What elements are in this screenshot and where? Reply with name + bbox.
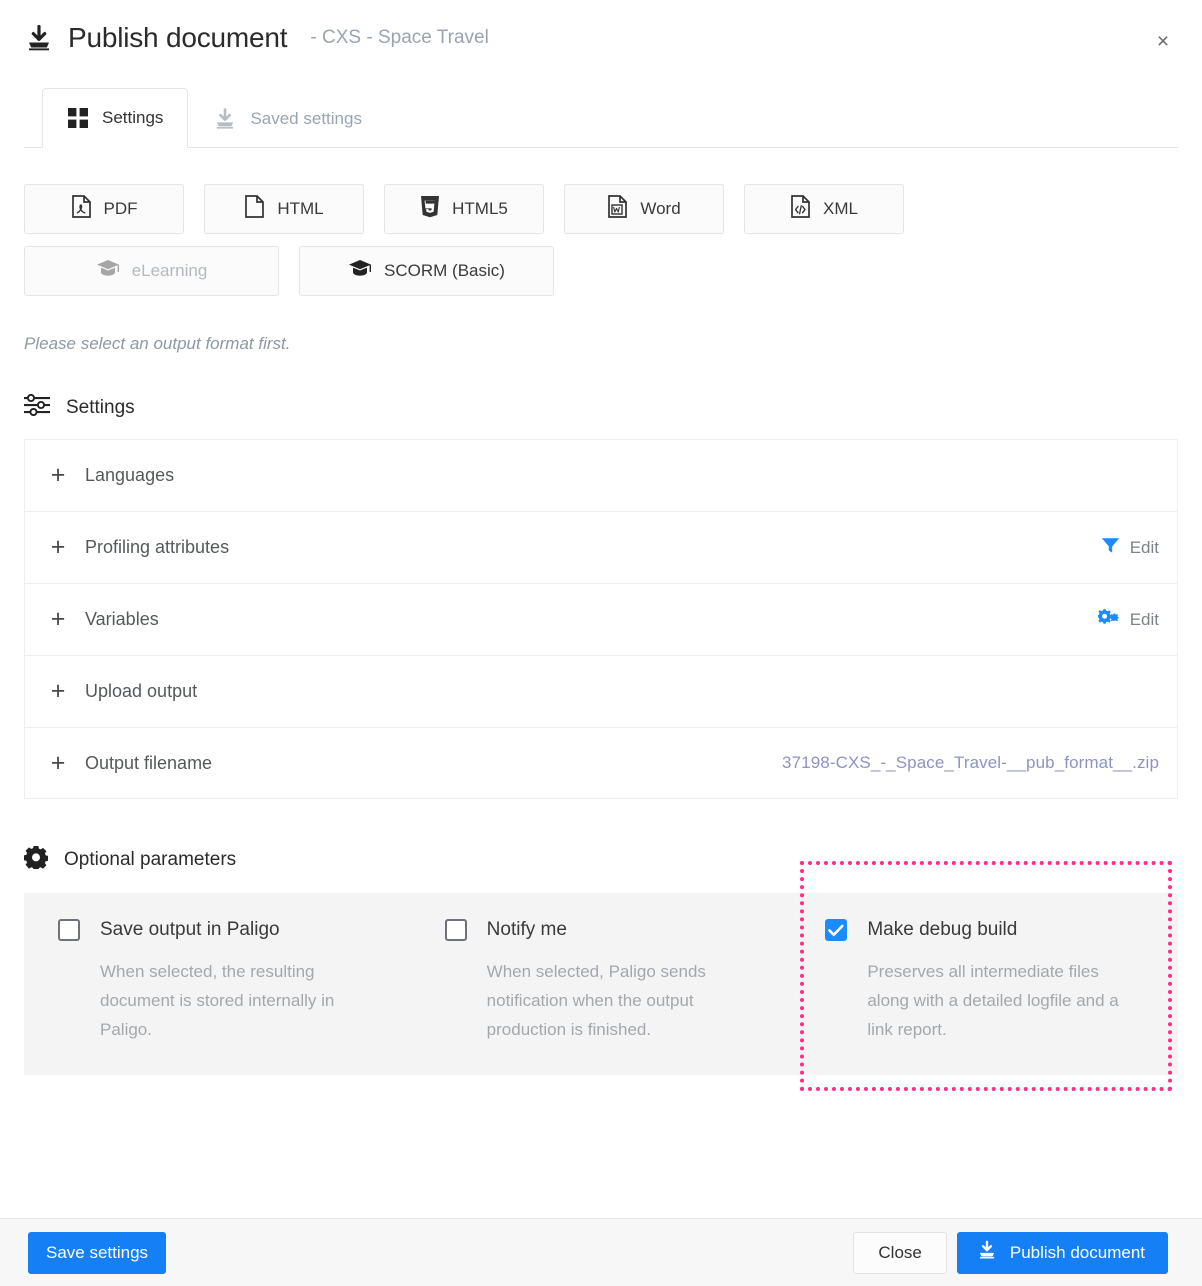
edit-variables-inner[interactable]: Edit	[1097, 608, 1159, 632]
checkbox-save-output-in-paligo[interactable]	[58, 919, 80, 941]
accordion-row-profiling-attributes[interactable]: + Profiling attributes Edit	[24, 511, 1178, 583]
settings-section-title: Settings	[66, 397, 135, 418]
option-description-make-debug-build: Preserves all intermediate files along w…	[867, 962, 1119, 1040]
settings-accordion: + Languages + Profiling attributes Edit …	[24, 439, 1178, 799]
optional-parameters-panel: Save output in Paligo When selected, the…	[24, 861, 1178, 1091]
format-label-pdf: PDF	[103, 199, 138, 218]
xml-file-icon	[790, 195, 811, 223]
plus-icon: +	[50, 461, 66, 489]
edit-label-variables: Edit	[1129, 609, 1159, 629]
accordion-label-output-filename: Output filename	[85, 752, 213, 773]
format-label-html5: HTML5	[452, 199, 508, 218]
format-button-html[interactable]: HTML	[204, 184, 364, 234]
format-button-pdf[interactable]: PDF	[24, 184, 184, 234]
pdf-file-icon	[71, 195, 92, 223]
option-notify-me-row: Notify me	[444, 919, 764, 941]
page-title: Publish document	[68, 22, 288, 53]
accordion-row-upload-output[interactable]: + Upload output	[24, 655, 1178, 727]
edit-profiling-attributes-link[interactable]: Edit	[1101, 537, 1159, 559]
word-file-icon	[607, 195, 628, 223]
plus-icon: +	[50, 748, 66, 777]
filter-funnel-icon	[1101, 537, 1120, 559]
checkbox-make-debug-build[interactable]	[825, 919, 848, 941]
option-save-output-in-paligo: Save output in Paligo When selected, the…	[24, 919, 411, 1045]
gears-icon	[1097, 608, 1120, 632]
tab-saved-settings[interactable]: Saved settings	[188, 88, 387, 148]
sliders-icon	[24, 393, 50, 422]
option-label-make-debug-build: Make debug build	[867, 919, 1018, 940]
format-label-elearning: eLearning	[131, 261, 208, 280]
output-format-buttons: PDF HTML HTML5 Word XML eLearning SCORM …	[24, 184, 984, 296]
format-hint-text: Please select an output format first.	[24, 334, 291, 353]
edit-variables-link[interactable]: Edit	[1097, 608, 1159, 632]
gear-icon	[23, 845, 49, 875]
plus-icon: +	[50, 677, 66, 705]
option-make-debug-build: Make debug build Preserves all intermedi…	[797, 919, 1178, 1045]
accordion-label-profiling-attributes: Profiling attributes	[85, 537, 230, 557]
page-subtitle: - CXS - Space Travel	[310, 27, 489, 48]
plus-icon: +	[50, 605, 66, 633]
save-settings-button[interactable]: Save settings	[28, 1231, 167, 1274]
edit-profiling-attributes-inner[interactable]: Edit	[1101, 537, 1159, 559]
plus-icon: +	[50, 533, 66, 561]
save-settings-label: Save settings	[46, 1242, 149, 1262]
accordion-row-output-filename[interactable]: + Output filename 37198-CXS_-_Space_Trav…	[24, 727, 1178, 799]
dialog-footer: Save settings Close Publish document	[0, 1218, 1202, 1286]
publish-download-icon	[213, 107, 237, 131]
accordion-row-languages[interactable]: + Languages	[24, 439, 1178, 511]
tab-settings-label: Settings	[102, 108, 164, 127]
accordion-label-variables: Variables	[85, 609, 159, 629]
format-button-word[interactable]: Word	[564, 184, 724, 234]
format-label-scorm-basic: SCORM (Basic)	[384, 261, 505, 280]
option-description-save-output-in-paligo: When selected, the resulting document is…	[100, 962, 335, 1040]
optional-parameters-heading: Optional parameters	[23, 845, 1178, 875]
publish-download-icon	[24, 23, 54, 53]
close-button[interactable]: Close	[853, 1231, 947, 1274]
optional-parameters-title: Optional parameters	[64, 849, 237, 870]
format-label-word: Word	[640, 199, 681, 218]
accordion-label-upload-output: Upload output	[85, 681, 198, 701]
option-save-output-row: Save output in Paligo	[58, 919, 377, 941]
output-filename-value: 37198-CXS_-_Space_Travel-__pub_format__.…	[782, 753, 1159, 772]
publish-document-button[interactable]: Publish document	[956, 1231, 1168, 1274]
html5-shield-icon	[420, 195, 440, 223]
footer-right-actions: Close Publish document	[853, 1231, 1168, 1274]
checkbox-notify-me[interactable]	[444, 919, 467, 941]
close-icon[interactable]: ×	[1150, 28, 1176, 54]
close-button-label: Close	[878, 1242, 922, 1262]
publish-download-icon	[976, 1239, 998, 1266]
tab-settings[interactable]: Settings	[42, 88, 189, 148]
edit-label-profiling: Edit	[1129, 537, 1159, 557]
format-label-html: HTML	[277, 199, 324, 218]
settings-section-heading: Settings	[24, 393, 1178, 422]
accordion-row-variables[interactable]: + Variables Edit	[24, 583, 1178, 655]
tab-bar: Settings Saved settings	[24, 86, 1178, 148]
option-label-save-output-in-paligo: Save output in Paligo	[100, 919, 280, 940]
title-row: Publish document - CXS - Space Travel	[24, 22, 1178, 54]
graduation-cap-icon	[348, 259, 372, 283]
option-make-debug-build-row: Make debug build	[825, 919, 1144, 941]
accordion-label-languages: Languages	[85, 465, 175, 485]
format-button-xml[interactable]: XML	[744, 184, 904, 234]
format-button-html5[interactable]: HTML5	[384, 184, 544, 234]
format-button-elearning[interactable]: eLearning	[24, 246, 279, 296]
format-button-scorm-basic[interactable]: SCORM (Basic)	[299, 246, 554, 296]
option-label-notify-me: Notify me	[486, 919, 567, 940]
dialog-header: Publish document - CXS - Space Travel ×	[0, 0, 1202, 86]
html-file-icon	[244, 195, 265, 223]
option-description-notify-me: When selected, Paligo sends notification…	[486, 962, 706, 1040]
format-label-xml: XML	[823, 199, 858, 218]
tab-saved-settings-label: Saved settings	[250, 108, 362, 128]
publish-document-label: Publish document	[1009, 1242, 1145, 1262]
graduation-cap-icon	[96, 259, 120, 283]
option-notify-me: Notify me When selected, Paligo sends no…	[411, 919, 798, 1045]
grid-squares-icon	[67, 107, 89, 129]
